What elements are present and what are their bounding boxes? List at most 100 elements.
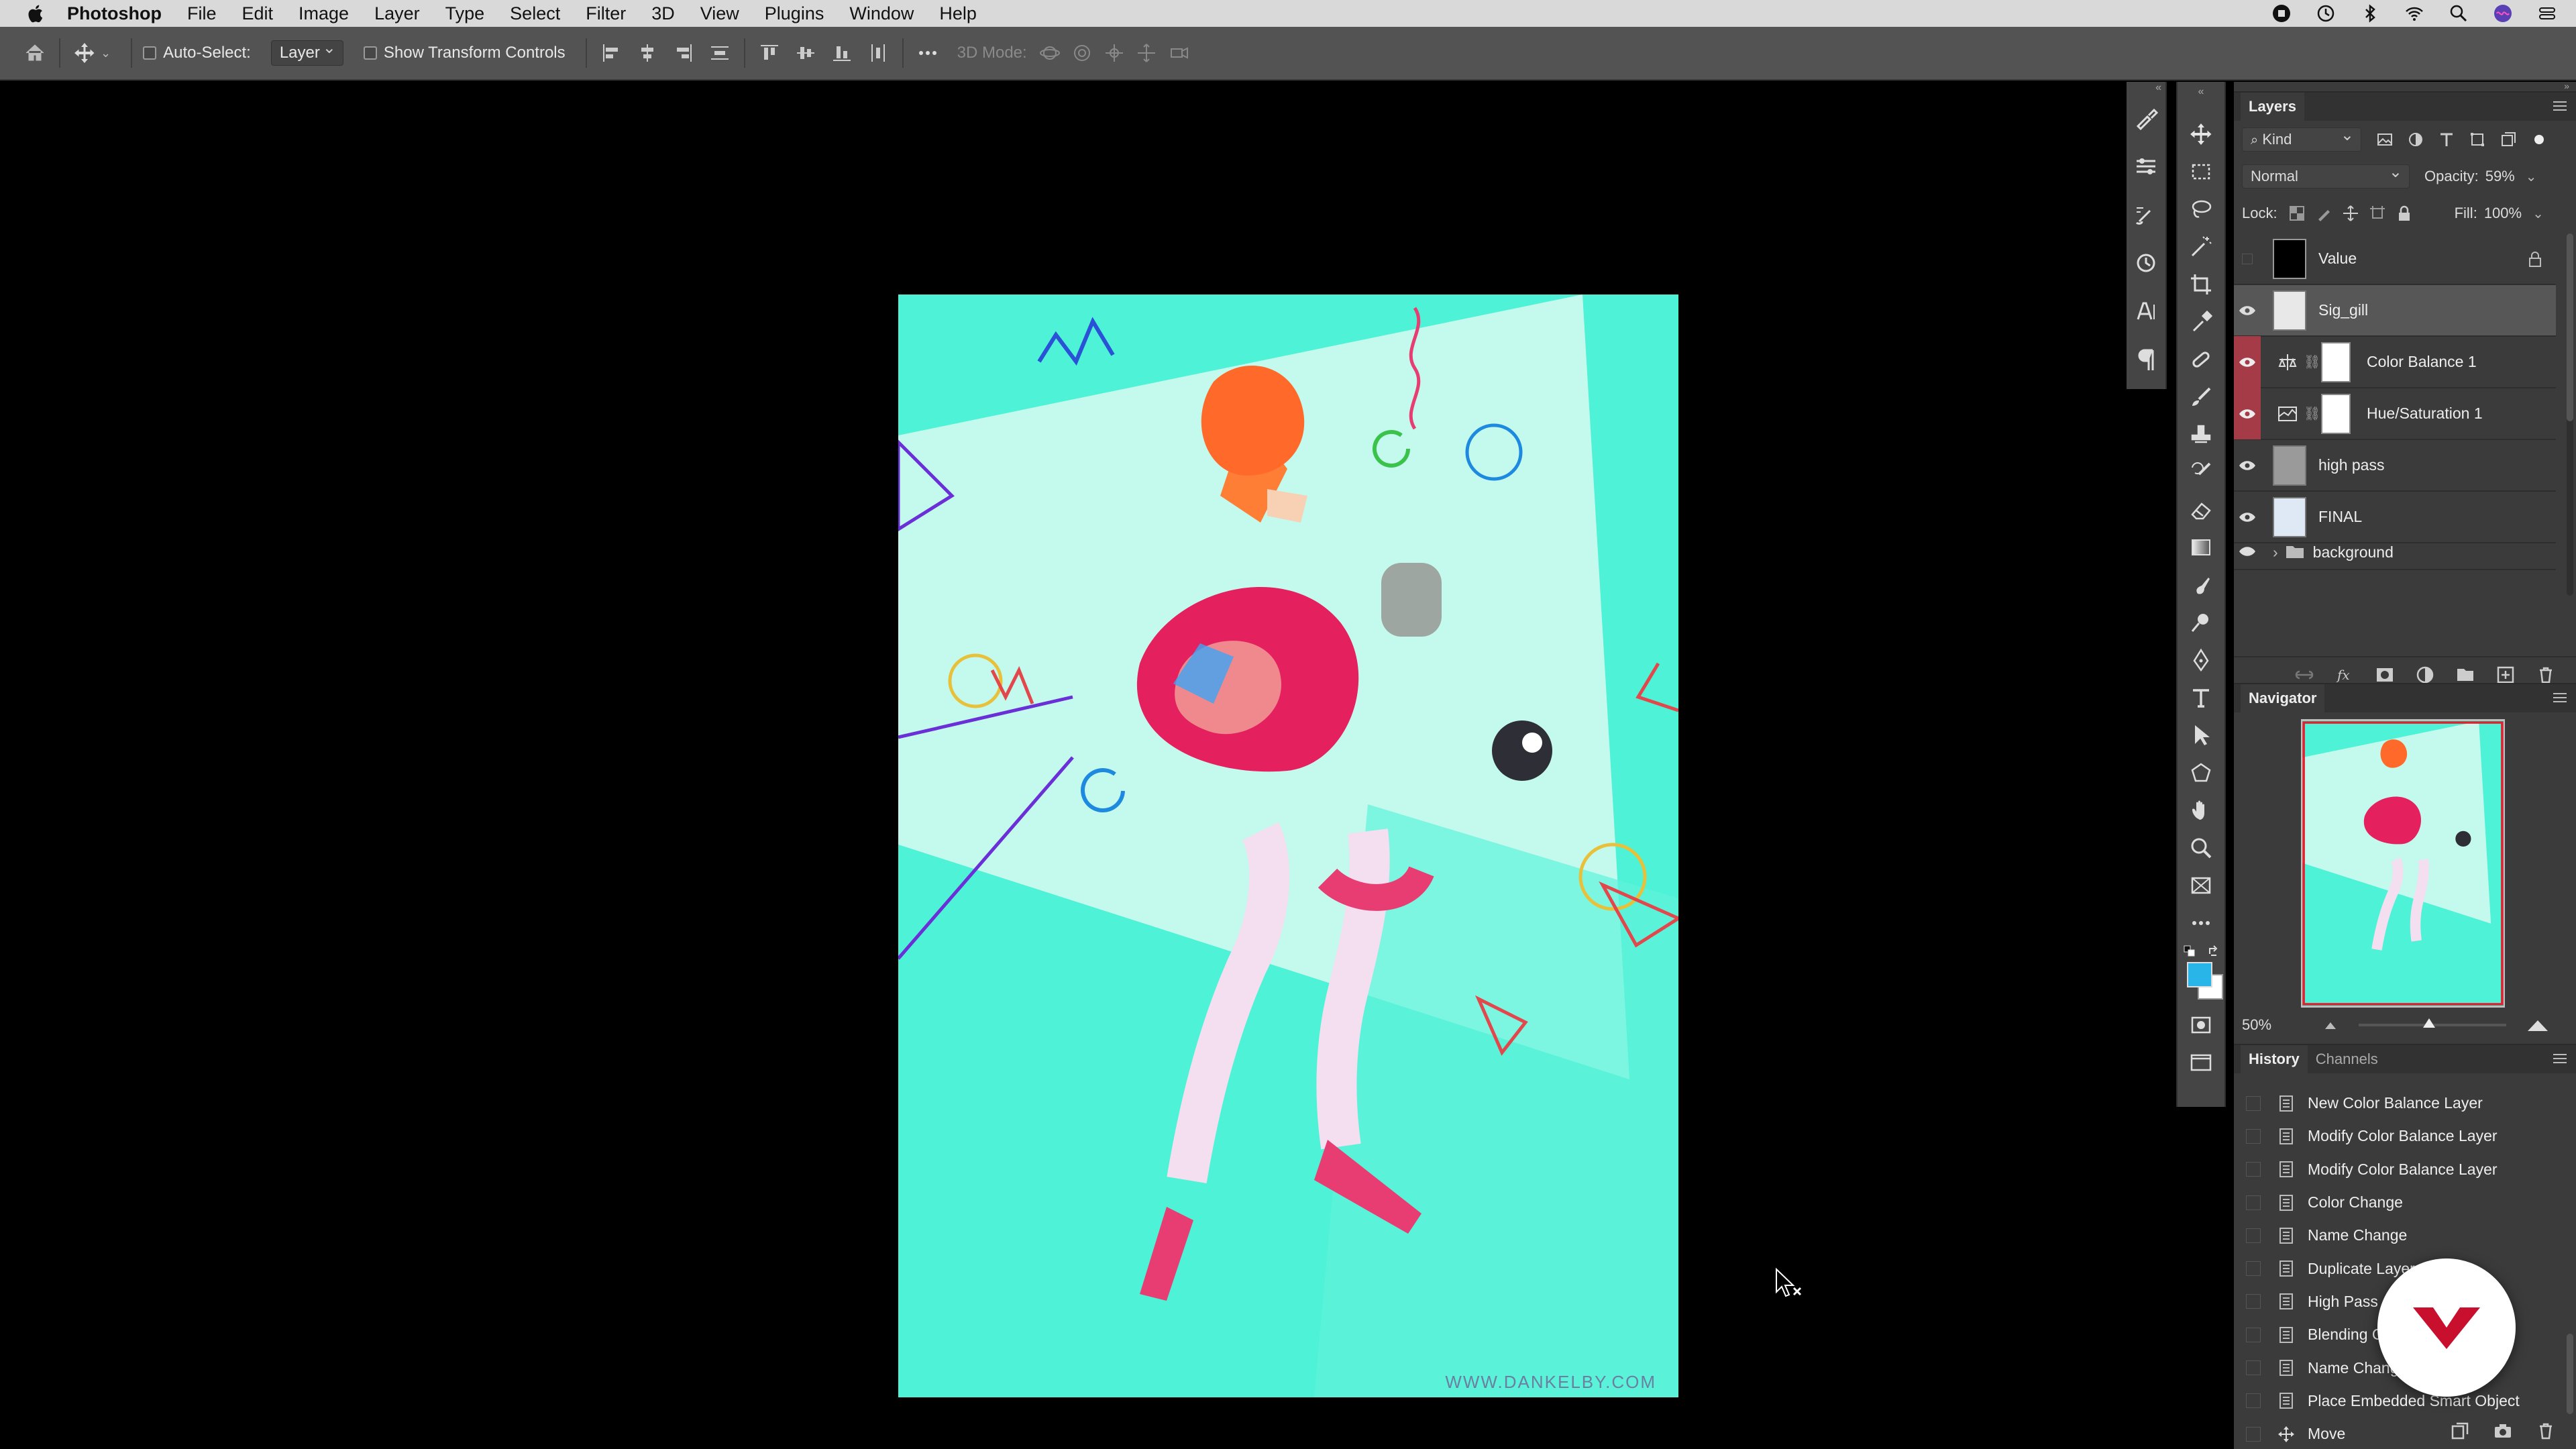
visibility-toggle[interactable] xyxy=(2234,388,2261,439)
menu-image[interactable]: Image xyxy=(299,3,349,24)
history-scrollbar[interactable] xyxy=(2567,1334,2573,1414)
blend-mode-dropdown[interactable]: Normal xyxy=(2242,162,2410,189)
history-brush-source-box[interactable] xyxy=(2246,1393,2261,1409)
default-colors-icon[interactable] xyxy=(2183,945,2196,958)
menu-plugins[interactable]: Plugins xyxy=(765,3,824,24)
layer-row-color-balance[interactable]: ⛓ Color Balance 1 xyxy=(2234,336,2556,388)
create-snapshot-camera-icon[interactable] xyxy=(2493,1421,2513,1441)
history-state-row[interactable]: Modify Color Balance Layer xyxy=(2234,1120,2563,1152)
bluetooth-icon[interactable] xyxy=(2360,3,2380,23)
group-expand-chevron-icon[interactable]: › xyxy=(2273,543,2278,561)
crop-tool-icon[interactable] xyxy=(2178,266,2224,303)
layer-row-final[interactable]: FINAL xyxy=(2234,492,2556,543)
mask-link-icon[interactable]: ⛓ xyxy=(2304,354,2320,370)
time-machine-icon[interactable] xyxy=(2316,3,2336,23)
3d-roll-icon[interactable] xyxy=(1069,40,1095,66)
gradient-tool-icon[interactable] xyxy=(2178,529,2224,566)
document-canvas-area[interactable]: WWW.DANKELBY.COM xyxy=(0,82,2127,1449)
visibility-toggle[interactable] xyxy=(2234,439,2261,491)
visibility-toggle[interactable] xyxy=(2234,336,2261,388)
move-tool-icon[interactable] xyxy=(2178,115,2224,153)
tab-navigator[interactable]: Navigator xyxy=(2241,684,2325,712)
fill-slider-chevron-icon[interactable]: ⌄ xyxy=(2532,205,2544,222)
new-layer-icon[interactable] xyxy=(2496,665,2516,685)
opacity-slider-chevron-icon[interactable]: ⌄ xyxy=(2526,168,2537,185)
marquee-tool-icon[interactable] xyxy=(2178,153,2224,191)
history-state-row[interactable]: Modify Color Balance Layer xyxy=(2234,1153,2563,1186)
fill-value[interactable]: 100% xyxy=(2484,205,2522,222)
panel-menu-icon[interactable] xyxy=(2552,691,2568,704)
distribute-horizontal-icon[interactable] xyxy=(865,40,892,66)
menu-layer[interactable]: Layer xyxy=(374,3,420,24)
properties-icon[interactable] xyxy=(2127,142,2165,191)
filter-type-layers-icon[interactable] xyxy=(2438,131,2455,148)
menu-view[interactable]: View xyxy=(700,3,739,24)
history-brush-source-box[interactable] xyxy=(2246,1095,2261,1111)
brushes-icon[interactable] xyxy=(2127,191,2165,239)
hand-tool-icon[interactable] xyxy=(2178,792,2224,829)
panel-menu-icon[interactable] xyxy=(2552,99,2568,113)
history-brush-source-box[interactable] xyxy=(2246,1195,2261,1210)
spotlight-search-icon[interactable] xyxy=(2449,3,2469,23)
brush-settings-icon[interactable] xyxy=(2127,94,2165,142)
filter-smart-objects-icon[interactable] xyxy=(2500,131,2517,148)
tool-preset-chevron-icon[interactable]: ⌄ xyxy=(101,46,111,60)
history-brush-source-box[interactable] xyxy=(2246,1261,2261,1277)
history-brush-tool-icon[interactable] xyxy=(2178,453,2224,491)
home-icon[interactable] xyxy=(21,40,48,66)
distribute-vertical-icon[interactable] xyxy=(706,40,733,66)
zoom-in-icon[interactable] xyxy=(2526,1018,2549,1032)
siri-icon[interactable] xyxy=(2493,3,2513,23)
filter-shape-layers-icon[interactable] xyxy=(2469,131,2486,148)
show-transform-checkbox[interactable] xyxy=(363,46,377,60)
frame-tool-icon[interactable] xyxy=(2178,867,2224,904)
visibility-toggle-off[interactable] xyxy=(2234,233,2261,284)
layer-style-fx-icon[interactable]: fx xyxy=(2334,665,2355,685)
history-brush-source-box[interactable] xyxy=(2246,1128,2261,1144)
menu-app-name[interactable]: Photoshop xyxy=(67,3,162,24)
filter-pixel-layers-icon[interactable] xyxy=(2376,131,2394,148)
filter-toggle-icon[interactable] xyxy=(2530,131,2548,148)
align-horizontal-center-icon[interactable] xyxy=(634,40,661,66)
layers-scrollbar[interactable] xyxy=(2567,233,2573,596)
layer-mask-thumbnail[interactable] xyxy=(2321,341,2351,382)
path-selection-tool-icon[interactable] xyxy=(2178,716,2224,754)
history-brush-source-box[interactable] xyxy=(2246,1162,2261,1177)
history-state-row[interactable]: Color Change xyxy=(2234,1186,2563,1219)
align-vertical-center-icon[interactable] xyxy=(792,40,819,66)
collapse-dock-icon[interactable]: « xyxy=(2127,82,2165,94)
collapse-panels-icon[interactable]: » xyxy=(2234,81,2576,91)
lock-image-pixels-icon[interactable] xyxy=(2315,205,2332,222)
wifi-icon[interactable] xyxy=(2404,3,2424,23)
navigator-preview[interactable] xyxy=(2301,719,2505,1008)
visibility-toggle[interactable] xyxy=(2234,491,2261,543)
history-state-row[interactable]: New Color Balance Layer xyxy=(2234,1087,2563,1120)
mask-link-icon[interactable]: ⛓ xyxy=(2304,405,2320,422)
menu-filter[interactable]: Filter xyxy=(586,3,626,24)
layer-filter-kind-dropdown[interactable]: ⌕ Kind xyxy=(2242,125,2361,152)
record-icon[interactable] xyxy=(2271,3,2292,23)
align-right-icon[interactable] xyxy=(670,40,697,66)
tab-channels[interactable]: Channels xyxy=(2308,1045,2386,1073)
auto-select-target-dropdown[interactable]: Layer xyxy=(270,38,343,66)
tab-history[interactable]: History xyxy=(2241,1045,2308,1073)
auto-select-checkbox[interactable] xyxy=(143,46,157,60)
menu-select[interactable]: Select xyxy=(510,3,560,24)
move-tool-icon[interactable] xyxy=(71,40,98,66)
3d-orbit-icon[interactable] xyxy=(1036,40,1063,66)
delete-state-trash-icon[interactable] xyxy=(2536,1421,2556,1441)
add-layer-mask-icon[interactable] xyxy=(2375,665,2395,685)
new-group-folder-icon[interactable] xyxy=(2455,665,2475,685)
delete-layer-trash-icon[interactable] xyxy=(2536,665,2556,685)
link-layers-icon[interactable] xyxy=(2294,665,2314,685)
zoom-out-icon[interactable] xyxy=(2322,1020,2339,1030)
collapse-tools-icon[interactable]: « xyxy=(2178,82,2224,115)
visibility-toggle[interactable] xyxy=(2234,284,2261,336)
healing-brush-tool-icon[interactable] xyxy=(2178,341,2224,378)
foreground-color-swatch[interactable] xyxy=(2187,962,2212,987)
menu-window[interactable]: Window xyxy=(849,3,914,24)
panel-menu-icon[interactable] xyxy=(2552,1052,2568,1065)
align-top-icon[interactable] xyxy=(756,40,783,66)
history-brush-source-box[interactable] xyxy=(2246,1327,2261,1342)
lock-artboard-icon[interactable] xyxy=(2369,205,2386,222)
